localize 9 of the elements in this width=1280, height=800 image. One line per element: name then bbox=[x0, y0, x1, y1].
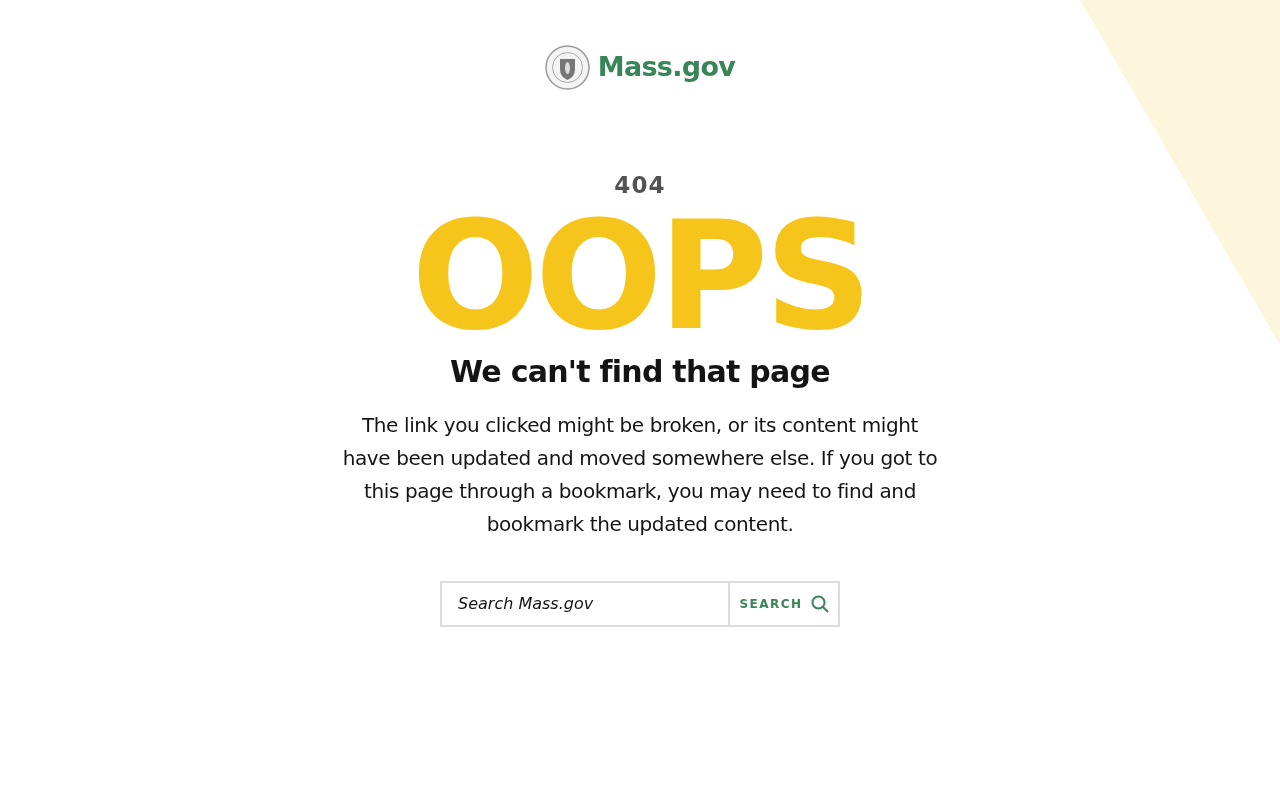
search-icon bbox=[810, 594, 829, 613]
search-button[interactable]: SEARCH bbox=[730, 580, 840, 627]
search-field[interactable]: Search Mass.gov bbox=[440, 580, 730, 627]
error-code: 404 bbox=[614, 174, 666, 197]
seal-logo-icon[interactable] bbox=[544, 45, 590, 90]
error-message: The link you clicked might be broken, or its content might have been updated and moved somewhere else. If you got to this page through a bookmark, you may need to find and bookmark the updated content. bbox=[341, 411, 939, 538]
oops-headline: OOPS bbox=[411, 201, 869, 351]
page-title: We can't find that page bbox=[450, 353, 830, 391]
site-logo-link[interactable]: Mass.gov bbox=[597, 47, 736, 88]
